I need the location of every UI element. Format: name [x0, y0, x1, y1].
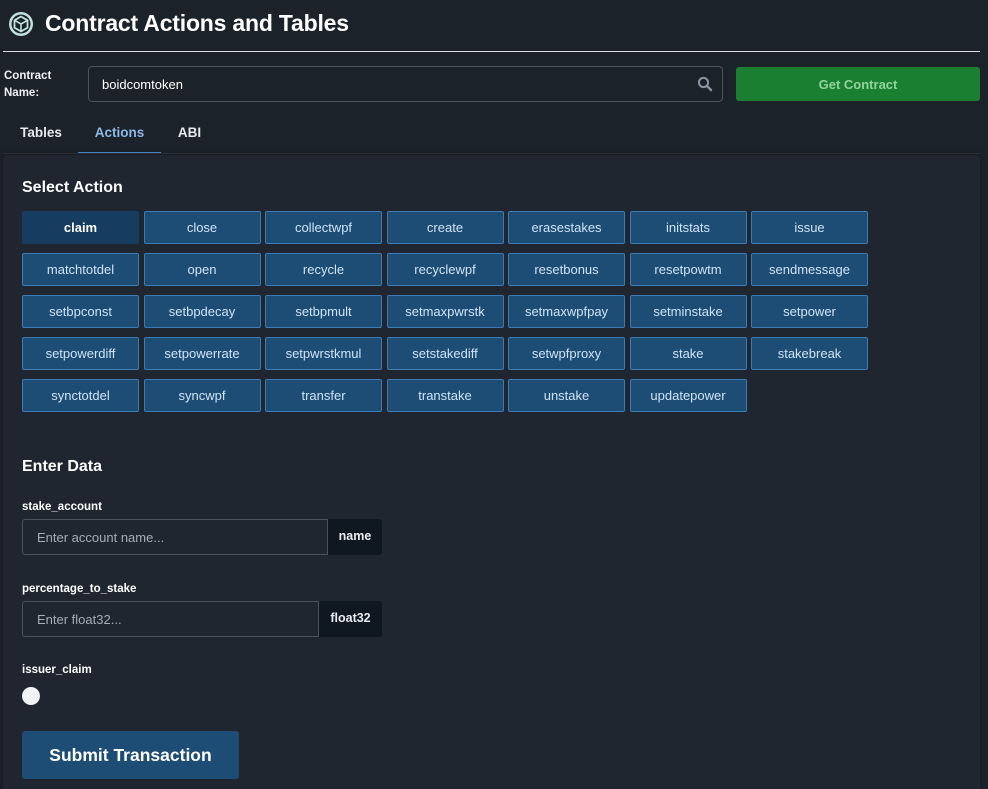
- page-title: Contract Actions and Tables: [45, 10, 349, 36]
- percentage-to-stake-input[interactable]: [22, 601, 319, 637]
- action-button-syncwpf[interactable]: syncwpf: [143, 379, 261, 412]
- action-button-setbpdecay[interactable]: setbpdecay: [143, 295, 261, 328]
- tab-divider: [3, 153, 980, 154]
- submit-transaction-button[interactable]: Submit Transaction: [22, 731, 239, 779]
- action-button-setbpmult[interactable]: setbpmult: [265, 295, 382, 328]
- action-button-setwpfproxy[interactable]: setwpfproxy: [508, 337, 625, 370]
- action-button-stake[interactable]: stake: [629, 337, 747, 370]
- action-button-setmaxpwrstk[interactable]: setmaxpwrstk: [386, 295, 504, 328]
- percentage-to-stake-label: percentage_to_stake: [22, 583, 137, 595]
- name-type-badge: name: [328, 519, 382, 555]
- action-button-transfer[interactable]: transfer: [265, 379, 382, 412]
- get-contract-button[interactable]: Get Contract: [736, 67, 980, 101]
- action-button-recycle[interactable]: recycle: [265, 253, 382, 286]
- action-button-synctotdel[interactable]: synctotdel: [22, 379, 139, 412]
- action-button-setstakediff[interactable]: setstakediff: [386, 337, 504, 370]
- action-button-resetpowtm[interactable]: resetpowtm: [629, 253, 747, 286]
- action-button-create[interactable]: create: [386, 211, 504, 244]
- tab-actions[interactable]: Actions: [78, 113, 161, 154]
- action-button-setbpconst[interactable]: setbpconst: [22, 295, 139, 328]
- action-button-setmaxwpfpay[interactable]: setmaxwpfpay: [508, 295, 625, 328]
- action-button-recyclewpf[interactable]: recyclewpf: [386, 253, 504, 286]
- select-action-heading: Select Action: [22, 179, 123, 196]
- action-button-updatepower[interactable]: updatepower: [629, 379, 747, 412]
- contract-name-label: Contract Name:: [4, 70, 52, 99]
- action-button-collectwpf[interactable]: collectwpf: [265, 211, 382, 244]
- stake-account-input[interactable]: [22, 519, 328, 555]
- tab-abi[interactable]: ABI: [162, 113, 217, 154]
- action-button-initstats[interactable]: initstats: [629, 211, 747, 244]
- issuer-claim-label: issuer_claim: [22, 664, 92, 676]
- action-button-open[interactable]: open: [143, 253, 261, 286]
- action-button-stakebreak[interactable]: stakebreak: [751, 337, 868, 370]
- action-button-grid: claim close collectwpf create erasestakes ini…: [22, 211, 870, 412]
- header: Contract Actions and Tables: [0, 0, 988, 52]
- boid-logo-icon: [8, 11, 34, 37]
- action-button-resetbonus[interactable]: resetbonus: [508, 253, 625, 286]
- enter-data-heading: Enter Data: [22, 458, 103, 475]
- action-button-setpwrstkmul[interactable]: setpwrstkmul: [265, 337, 382, 370]
- action-button-close[interactable]: close: [143, 211, 261, 244]
- action-button-transtake[interactable]: transtake: [386, 379, 504, 412]
- issuer-claim-toggle[interactable]: [22, 687, 60, 705]
- search-icon[interactable]: [697, 76, 713, 92]
- toggle-knob: [22, 687, 40, 705]
- contract-input-wrapper: [88, 66, 723, 102]
- header-divider: [3, 51, 980, 52]
- action-button-setpowerdiff[interactable]: setpowerdiff: [22, 337, 139, 370]
- stake-account-label: stake_account: [22, 501, 102, 513]
- action-button-sendmessage[interactable]: sendmessage: [751, 253, 868, 286]
- action-button-erasestakes[interactable]: erasestakes: [508, 211, 625, 244]
- action-button-matchtotdel[interactable]: matchtotdel: [22, 253, 139, 286]
- float32-type-badge: float32: [319, 601, 382, 637]
- action-button-setpower[interactable]: setpower: [751, 295, 868, 328]
- action-button-unstake[interactable]: unstake: [508, 379, 625, 412]
- tab-tables[interactable]: Tables: [5, 113, 77, 154]
- action-button-issue[interactable]: issue: [751, 211, 868, 244]
- action-button-setminstake[interactable]: setminstake: [629, 295, 747, 328]
- contract-name-input[interactable]: [89, 67, 689, 101]
- action-button-setpowerrate[interactable]: setpowerrate: [143, 337, 261, 370]
- action-button-claim[interactable]: claim: [22, 211, 139, 244]
